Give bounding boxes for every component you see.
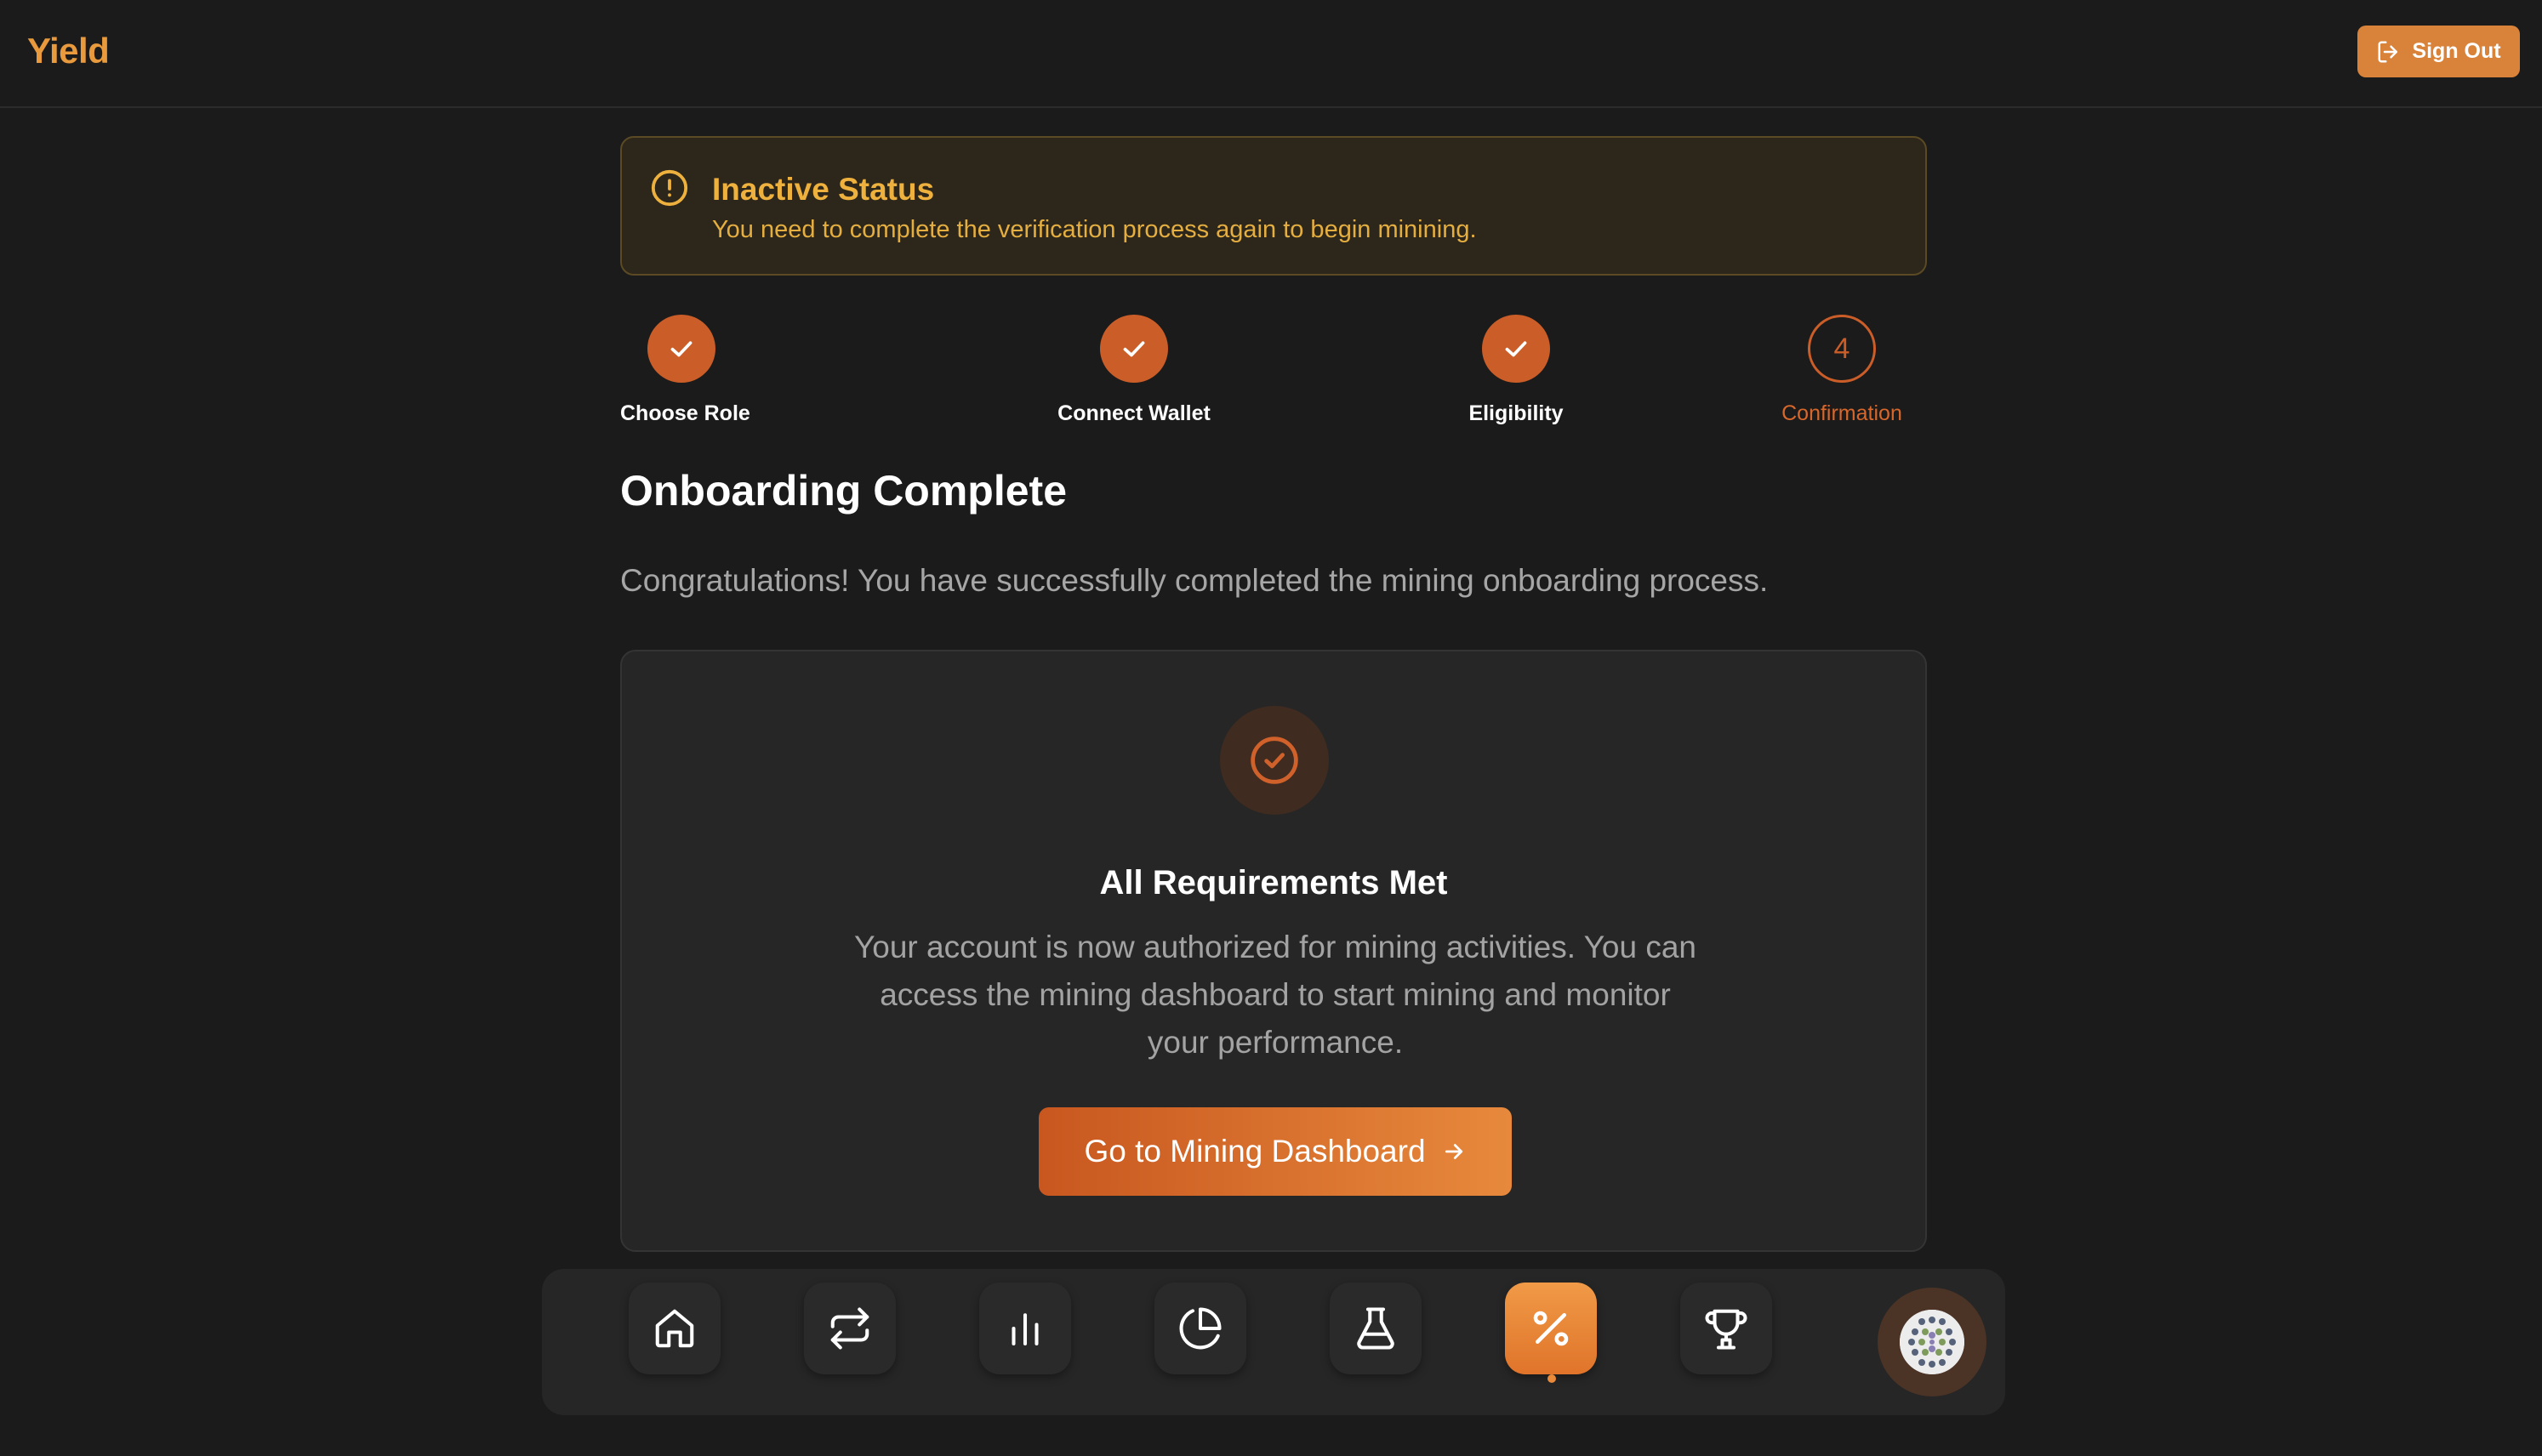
nav-stats[interactable]: [979, 1283, 1071, 1374]
user-avatar[interactable]: [1878, 1288, 1986, 1396]
swap-arrows-icon: [830, 1307, 869, 1350]
alert-message: You need to complete the verification pr…: [712, 216, 1477, 243]
nav-portfolio[interactable]: [1154, 1283, 1246, 1374]
top-bar: Yield Sign Out: [0, 0, 2542, 108]
arrow-right-icon: [1445, 1144, 1462, 1159]
avatar-pattern-icon: [1900, 1310, 1964, 1374]
home-icon: [655, 1309, 694, 1348]
flask-icon: [1357, 1307, 1394, 1350]
sign-out-icon: [2378, 41, 2398, 62]
step-complete-badge: [1100, 315, 1168, 383]
check-icon: [1123, 341, 1145, 357]
step-label: Connect Wallet: [1057, 401, 1211, 425]
avatar-image: [1900, 1310, 1964, 1374]
nav-leaderboard[interactable]: [1680, 1283, 1772, 1374]
check-circle-icon: [1251, 737, 1298, 784]
sign-out-button[interactable]: Sign Out: [2357, 26, 2520, 77]
step-eligibility: Eligibility: [1431, 315, 1601, 426]
alert-title: Inactive Status: [712, 172, 935, 207]
go-to-mining-dashboard-button[interactable]: Go to Mining Dashboard: [1039, 1107, 1512, 1196]
trophy-icon: [1705, 1309, 1747, 1350]
card-description: Your account is now authorized for minin…: [853, 930, 1696, 1060]
success-badge: [1220, 706, 1329, 815]
card-title: All Requirements Met: [1099, 864, 1448, 901]
check-icon: [670, 341, 692, 357]
alert-circle-icon: [651, 169, 688, 207]
step-connect-wallet: Connect Wallet: [1015, 315, 1253, 426]
page: Yield Sign Out Inactive Status You need …: [0, 0, 2542, 1456]
step-complete-badge: [1482, 315, 1550, 383]
cta-label: Go to Mining Dashboard: [1084, 1134, 1426, 1169]
page-subtitle: Congratulations! You have successfully c…: [620, 563, 1769, 598]
nav-labs[interactable]: [1330, 1283, 1422, 1374]
percent-icon: [1533, 1311, 1569, 1346]
step-choose-role: Choose Role: [620, 315, 750, 426]
pie-chart-icon: [1179, 1307, 1222, 1350]
step-current-badge: 4: [1808, 315, 1876, 383]
step-label: Eligibility: [1468, 401, 1564, 425]
step-label: Confirmation: [1781, 401, 1902, 425]
nav-home[interactable]: [629, 1283, 721, 1374]
check-icon: [1505, 341, 1527, 357]
brand-logo[interactable]: Yield: [27, 31, 110, 71]
step-complete-badge: [647, 315, 715, 383]
nav-mining[interactable]: [1505, 1283, 1597, 1374]
sign-out-label: Sign Out: [2412, 39, 2501, 63]
bar-chart-icon: [1012, 1313, 1039, 1346]
inactive-status-alert: Inactive Status You need to complete the…: [620, 136, 1927, 276]
nav-swap[interactable]: [804, 1283, 896, 1374]
step-label: Choose Role: [620, 401, 750, 425]
bottom-nav: [542, 1269, 2005, 1415]
requirements-card: All Requirements Met Your account is now…: [620, 650, 1927, 1252]
page-title: Onboarding Complete: [620, 467, 1067, 515]
active-indicator-dot: [1547, 1374, 1556, 1383]
step-confirmation: 4 Confirmation: [1757, 315, 1927, 426]
